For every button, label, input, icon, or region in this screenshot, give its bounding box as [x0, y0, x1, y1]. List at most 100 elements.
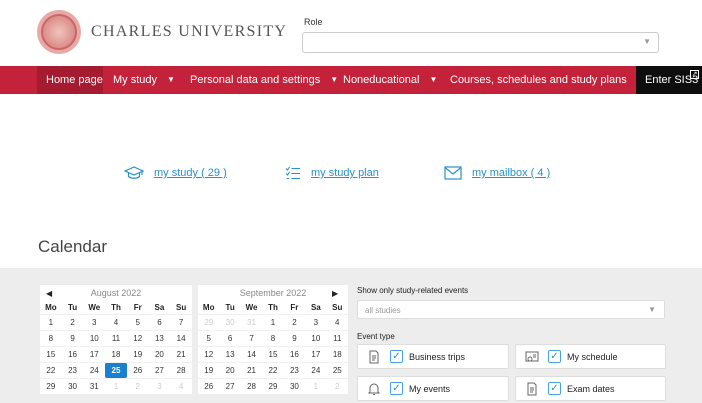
event-type-exam-dates[interactable]: ✓ Exam dates: [515, 376, 666, 401]
nav-noneducational[interactable]: Noneducational ▼: [343, 66, 437, 94]
calendar-day[interactable]: 19: [126, 346, 149, 362]
calendar-day[interactable]: 13: [219, 346, 241, 362]
calendar-day[interactable]: 11: [105, 330, 127, 346]
calendar-day[interactable]: 22: [262, 362, 284, 378]
calendar-day[interactable]: 30: [61, 378, 84, 394]
calendar-day[interactable]: 7: [240, 330, 263, 346]
calendar-day[interactable]: 11: [326, 330, 348, 346]
calendar-day[interactable]: 9: [61, 330, 84, 346]
calendar-day[interactable]: 29: [40, 378, 62, 394]
calendar-day[interactable]: 1: [40, 314, 62, 330]
calendar-day[interactable]: 15: [262, 346, 284, 362]
my-study-plan-link[interactable]: my study plan: [311, 167, 379, 179]
calendar-day[interactable]: 14: [240, 346, 263, 362]
calendar-day[interactable]: 8: [262, 330, 284, 346]
my-study-link[interactable]: my study ( 29 ): [154, 167, 227, 179]
calendar-day[interactable]: 20: [148, 346, 171, 362]
checkbox-checked-icon[interactable]: ✓: [548, 350, 561, 363]
calendar-day[interactable]: 6: [148, 314, 171, 330]
calendar-day[interactable]: 5: [126, 314, 149, 330]
calendar-day[interactable]: 4: [170, 378, 192, 394]
calendar-day[interactable]: 10: [305, 330, 327, 346]
event-type-my-events[interactable]: ✓ My events: [357, 376, 509, 401]
calendar-day[interactable]: 20: [219, 362, 241, 378]
calendar-day[interactable]: 2: [283, 314, 306, 330]
calendar-day[interactable]: 28: [240, 378, 263, 394]
calendar-day[interactable]: 1: [262, 314, 284, 330]
checkbox-checked-icon[interactable]: ✓: [390, 350, 403, 363]
my-mailbox-link[interactable]: my mailbox ( 4 ): [472, 167, 550, 179]
calendar-day[interactable]: 9: [283, 330, 306, 346]
nav-enter-sis3[interactable]: Enter SIS3 ↗: [636, 66, 702, 94]
calendar-day[interactable]: 16: [61, 346, 84, 362]
calendar-day[interactable]: 18: [326, 346, 348, 362]
calendar-day[interactable]: 15: [40, 346, 62, 362]
event-type-business-trips[interactable]: ✓ Business trips: [357, 344, 509, 369]
calendar-day[interactable]: 2: [326, 378, 348, 394]
nav-courses[interactable]: Courses, schedules and study plans▼: [450, 66, 645, 94]
calendar-day[interactable]: 13: [148, 330, 171, 346]
university-logo[interactable]: [37, 10, 81, 54]
calendar-day[interactable]: 24: [83, 362, 106, 378]
calendar-day[interactable]: 2: [126, 378, 149, 394]
calendar-day[interactable]: 29: [262, 378, 284, 394]
checkbox-checked-icon[interactable]: ✓: [390, 382, 403, 395]
calendar-day[interactable]: 22: [40, 362, 62, 378]
calendar-day[interactable]: 19: [198, 362, 220, 378]
quick-link-my-study[interactable]: my study ( 29 ): [124, 165, 227, 181]
prev-month-icon[interactable]: ◀: [46, 289, 56, 298]
calendar-day[interactable]: 10: [83, 330, 106, 346]
event-type-my-schedule[interactable]: ✓ My schedule: [515, 344, 666, 369]
weekday-header: Tu: [67, 303, 78, 312]
calendar-day[interactable]: 17: [83, 346, 106, 362]
calendar-day[interactable]: 8: [40, 330, 62, 346]
calendar-day[interactable]: 31: [83, 378, 106, 394]
quick-link-my-mailbox[interactable]: my mailbox ( 4 ): [444, 165, 550, 181]
nav-my-study[interactable]: My study ▼: [113, 66, 175, 94]
calendar-day[interactable]: 24: [305, 362, 327, 378]
calendar-day[interactable]: 4: [326, 314, 348, 330]
calendar-day[interactable]: 3: [148, 378, 171, 394]
calendar-day[interactable]: 25: [326, 362, 348, 378]
checkbox-checked-icon[interactable]: ✓: [548, 382, 561, 395]
calendar-day[interactable]: 23: [61, 362, 84, 378]
calendar-day[interactable]: 2: [61, 314, 84, 330]
calendar-day[interactable]: 4: [105, 314, 127, 330]
calendar-day[interactable]: 16: [283, 346, 306, 362]
calendar-day[interactable]: 26: [198, 378, 220, 394]
study-filter-select[interactable]: all studies ▼: [357, 300, 665, 319]
calendar-day[interactable]: 7: [170, 314, 192, 330]
document-icon: [527, 382, 537, 395]
calendar-day[interactable]: 1: [305, 378, 327, 394]
bell-icon: [367, 382, 381, 395]
calendar-day[interactable]: 23: [283, 362, 306, 378]
calendar-day[interactable]: 27: [219, 378, 241, 394]
calendar-day[interactable]: 5: [198, 330, 220, 346]
calendar-day[interactable]: 14: [170, 330, 192, 346]
calendar-day[interactable]: 17: [305, 346, 327, 362]
calendar-day[interactable]: 1: [105, 378, 127, 394]
calendar-day[interactable]: 28: [170, 362, 192, 378]
nav-home-page[interactable]: Home page: [37, 66, 103, 94]
weekday-header: Th: [111, 303, 121, 312]
calendar-day[interactable]: 21: [240, 362, 263, 378]
calendar-day[interactable]: 25: [105, 362, 127, 378]
calendar-day[interactable]: 27: [148, 362, 171, 378]
quick-link-my-study-plan[interactable]: my study plan: [285, 165, 379, 181]
calendar-day[interactable]: 6: [219, 330, 241, 346]
calendar-day[interactable]: 29: [198, 314, 220, 330]
calendar-day[interactable]: 30: [283, 378, 306, 394]
next-month-icon[interactable]: ▶: [332, 289, 342, 298]
nav-personal-data[interactable]: Personal data and settings ▼: [190, 66, 338, 94]
calendar-day[interactable]: 21: [170, 346, 192, 362]
event-type-label-text: Exam dates: [567, 383, 615, 394]
calendar-day[interactable]: 12: [198, 346, 220, 362]
role-select[interactable]: ▼: [302, 32, 659, 53]
calendar-day[interactable]: 18: [105, 346, 127, 362]
calendar-day[interactable]: 12: [126, 330, 149, 346]
calendar-day[interactable]: 30: [219, 314, 241, 330]
calendar-day[interactable]: 3: [83, 314, 106, 330]
calendar-day[interactable]: 3: [305, 314, 327, 330]
calendar-day[interactable]: 31: [240, 314, 263, 330]
calendar-day[interactable]: 26: [126, 362, 149, 378]
